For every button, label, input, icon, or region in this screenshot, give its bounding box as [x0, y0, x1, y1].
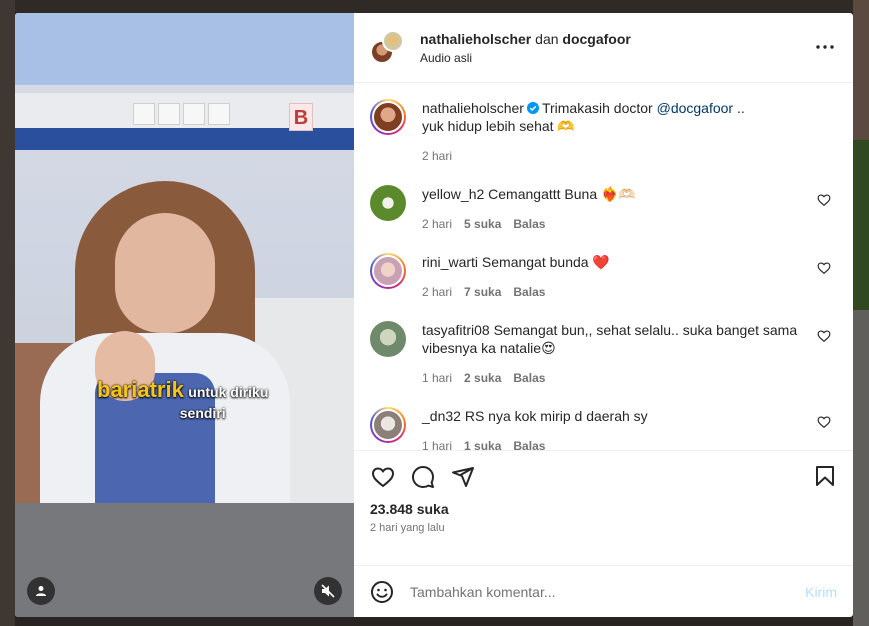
video-person-face	[115, 213, 215, 333]
comment-text: Cemangattt Buna ❤️‍🔥🫶🏻	[488, 186, 636, 202]
video-socket	[208, 103, 230, 125]
comment-body: yellow_h2 Cemangattt Buna ❤️‍🔥🫶🏻 2 hari …	[422, 185, 837, 233]
emoji-icon[interactable]	[370, 580, 394, 604]
header-user-primary[interactable]: nathalieholscher	[420, 31, 531, 47]
comment-row: tasyafitri08 Semangat bun,, sehat selalu…	[370, 321, 837, 387]
post-header: nathalieholscher dan docgafoor Audio asl…	[354, 13, 853, 83]
comment-body: rini_warti Semangat bunda ❤️ 2 hari 7 su…	[422, 253, 837, 301]
likes-count[interactable]: 23.848 suka	[370, 501, 837, 517]
video-socket	[158, 103, 180, 125]
like-button[interactable]	[370, 464, 396, 490]
comment-meta: 1 hari 2 suka Balas	[422, 369, 807, 387]
reply-button[interactable]: Balas	[513, 283, 545, 301]
heart-icon[interactable]	[817, 415, 831, 429]
caption-text-before: Trimakasih doctor	[541, 100, 653, 116]
caption-text-after: ..	[736, 100, 745, 116]
speaker-muted-icon	[321, 584, 335, 598]
header-joiner: dan	[535, 30, 559, 47]
caption-body: nathalieholscher Trimakasih doctor @docga…	[422, 99, 837, 165]
comment-username[interactable]: yellow_h2	[422, 186, 484, 202]
comment-row: _dn32 RS nya kok mirip d daerah sy 1 har…	[370, 407, 837, 450]
comment-bubble-icon	[412, 466, 434, 488]
video-socket	[133, 103, 155, 125]
caption-mention[interactable]: @docgafoor	[657, 100, 733, 116]
reply-button[interactable]: Balas	[513, 437, 545, 450]
avatar[interactable]	[370, 407, 406, 443]
header-user-secondary[interactable]: docgafoor	[562, 31, 630, 47]
avatar[interactable]	[370, 185, 406, 221]
avatar[interactable]	[382, 29, 404, 52]
bookmark-icon	[816, 466, 834, 486]
comment-meta: 2 hari 5 suka Balas	[422, 215, 807, 233]
reply-button[interactable]: Balas	[513, 369, 545, 387]
comment-username[interactable]: _dn32	[422, 408, 461, 424]
comment-likes[interactable]: 2 suka	[464, 369, 501, 387]
send-icon	[452, 467, 474, 487]
comment-username[interactable]: rini_warti	[422, 254, 478, 270]
comment-row: yellow_h2 Cemangattt Buna ❤️‍🔥🫶🏻 2 hari …	[370, 185, 837, 233]
comment-text: Semangat bunda ❤️	[481, 254, 610, 270]
comment-body: _dn32 RS nya kok mirip d daerah sy 1 har…	[422, 407, 837, 450]
caption-text: nathalieholscher Trimakasih doctor @docga…	[422, 99, 807, 117]
video-caption: bariatrik untuk diriku sendiri	[97, 379, 268, 424]
caption-meta: 2 hari	[422, 147, 807, 165]
share-button[interactable]	[450, 464, 476, 490]
video-caption-line2: sendiri	[179, 405, 226, 421]
comment-username[interactable]: tasyafitri08	[422, 322, 490, 338]
avatar[interactable]	[370, 253, 406, 289]
comment-body: tasyafitri08 Semangat bun,, sehat selalu…	[422, 321, 837, 387]
post-video[interactable]: B bariatrik untuk diriku sendiri	[15, 13, 354, 617]
comment-input[interactable]	[410, 583, 806, 600]
comment-time[interactable]: 2 hari	[422, 215, 452, 233]
heart-icon	[371, 467, 395, 488]
header-text: nathalieholscher dan docgafoor Audio asl…	[420, 30, 631, 66]
more-options-button[interactable]	[815, 37, 835, 57]
post-caption: nathalieholscher Trimakasih doctor @docga…	[370, 99, 837, 165]
comment-likes[interactable]: 5 suka	[464, 215, 501, 233]
comment-text: RS nya kok mirip d daerah sy	[464, 408, 648, 424]
verified-badge-icon	[526, 102, 539, 114]
user-icon	[36, 586, 46, 596]
reply-button[interactable]: Balas	[513, 215, 545, 233]
comments-list[interactable]: nathalieholscher Trimakasih doctor @docga…	[354, 83, 853, 450]
caption-username[interactable]: nathalieholscher	[422, 100, 524, 116]
video-caption-rest: untuk diriku	[188, 384, 269, 400]
video-ceiling	[15, 13, 354, 85]
video-person-pants	[15, 503, 354, 617]
avatar[interactable]	[370, 321, 406, 357]
comment-time[interactable]: 1 hari	[422, 437, 452, 450]
comment-meta: 1 hari 1 suka Balas	[422, 437, 807, 450]
heart-icon[interactable]	[817, 261, 831, 275]
comment-time[interactable]: 2 hari	[422, 283, 452, 301]
heart-icon[interactable]	[817, 329, 831, 343]
post-actions: 23.848 suka 2 hari yang lalu	[354, 450, 853, 565]
post-timestamp[interactable]: 2 hari yang lalu	[370, 522, 837, 534]
add-comment-bar: Kirim	[354, 565, 853, 617]
post-side-panel: nathalieholscher dan docgafoor Audio asl…	[354, 13, 853, 617]
comment-likes[interactable]: 1 suka	[464, 437, 501, 450]
avatar[interactable]	[370, 99, 406, 135]
post-comment-button[interactable]: Kirim	[805, 584, 837, 600]
action-icons	[370, 463, 837, 491]
more-horizontal-icon	[816, 45, 834, 49]
audio-label[interactable]: Audio asli	[420, 50, 631, 66]
mute-button[interactable]	[314, 577, 342, 605]
heart-icon[interactable]	[817, 193, 831, 207]
comment-time[interactable]: 1 hari	[422, 369, 452, 387]
video-caption-highlight: bariatrik	[97, 377, 184, 402]
header-usernames: nathalieholscher dan docgafoor	[420, 30, 631, 48]
video-socket	[183, 103, 205, 125]
caption-line2: yuk hidup lebih sehat 🫶	[422, 118, 575, 134]
caption-time[interactable]: 2 hari	[422, 147, 452, 165]
comment-likes[interactable]: 7 suka	[464, 283, 501, 301]
post-modal: B bariatrik untuk diriku sendiri nathali…	[15, 13, 853, 617]
comment-button[interactable]	[410, 464, 436, 490]
tagged-user-button[interactable]	[27, 577, 55, 605]
comment-meta: 2 hari 7 suka Balas	[422, 283, 807, 301]
video-sign: B	[289, 103, 313, 131]
comment-row: rini_warti Semangat bunda ❤️ 2 hari 7 su…	[370, 253, 837, 301]
collab-avatars[interactable]	[370, 29, 406, 66]
save-button[interactable]	[813, 464, 837, 488]
